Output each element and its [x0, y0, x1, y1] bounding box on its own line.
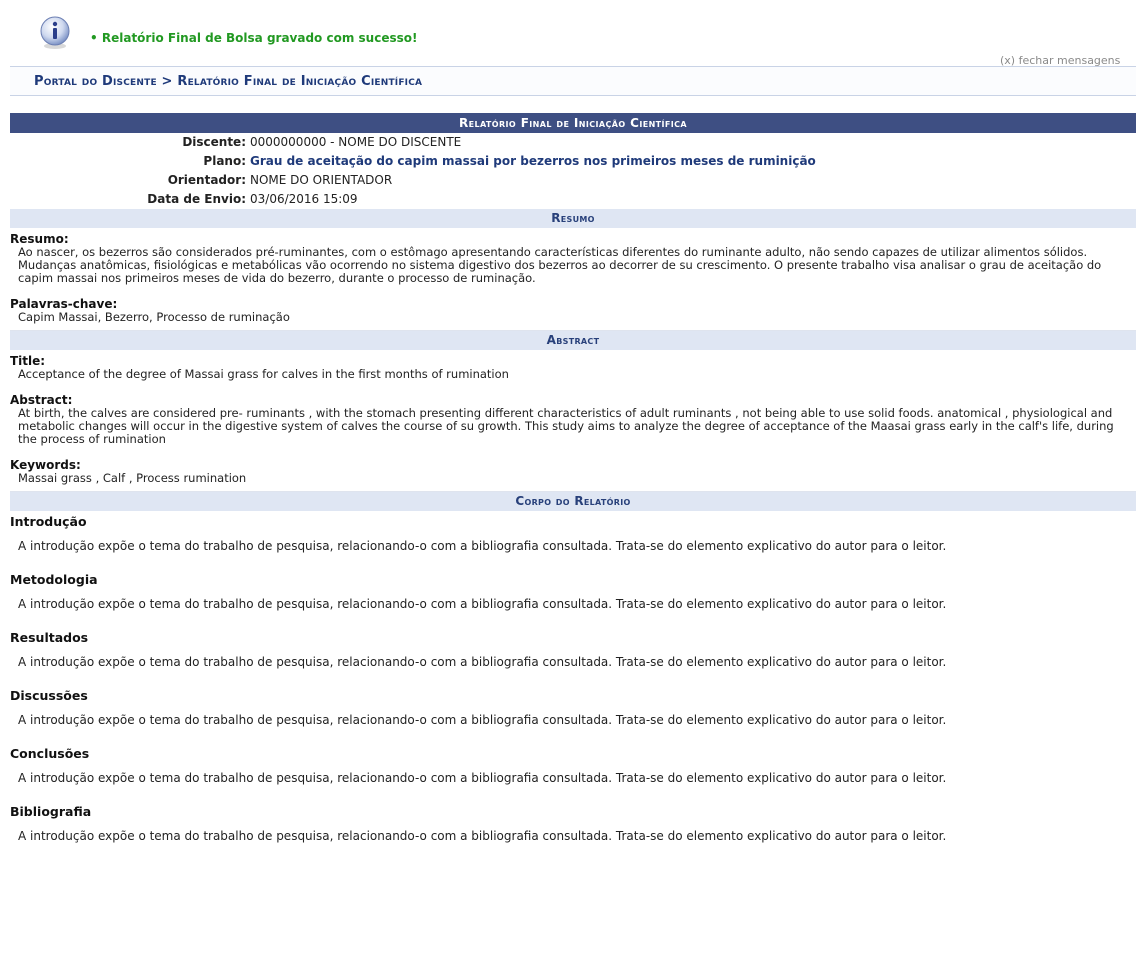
body-item-title: Metodologia — [10, 572, 98, 587]
breadcrumb: Portal do Discente > Relatório Final de … — [34, 74, 423, 89]
data-envio-value: 03/06/2016 15:09 — [250, 192, 358, 206]
breadcrumb-bar: Portal do Discente > Relatório Final de … — [10, 66, 1136, 96]
info-row-orientador: Orientador: NOME DO ORIENTADOR — [10, 171, 1136, 190]
body-item-title: Resultados — [10, 630, 89, 645]
success-message-text: • Relatório Final de Bolsa gravado com s… — [90, 31, 418, 45]
plano-value: Grau de aceitação do capim massai por be… — [250, 154, 816, 168]
body-item-resultados: Resultados A introdução expõe o tema do … — [10, 630, 1136, 669]
info-row-data-envio: Data de Envio: 03/06/2016 15:09 — [10, 190, 1136, 209]
body-item-text: A introdução expõe o tema do trabalho de… — [18, 597, 947, 611]
body-item-text: A introdução expõe o tema do trabalho de… — [18, 829, 947, 843]
corpo-section-header: Corpo do Relatório — [10, 492, 1136, 511]
info-icon — [38, 16, 72, 50]
abstract-label: Abstract: — [10, 393, 73, 407]
abstract-section-header: Abstract — [10, 331, 1136, 350]
orientador-value: NOME DO ORIENTADOR — [250, 173, 393, 187]
palavras-chave-label: Palavras-chave: — [10, 297, 118, 311]
report-table: Relatório Final de Iniciação Científica … — [10, 113, 1136, 843]
body-item-text: A introdução expõe o tema do trabalho de… — [18, 655, 947, 669]
abstract-block: Title: Acceptance of the degree of Massa… — [10, 354, 1136, 492]
body-item-title: Discussões — [10, 688, 88, 703]
body-item-discussoes: Discussões A introdução expõe o tema do … — [10, 688, 1136, 727]
body-item-introducao: Introdução A introdução expõe o tema do … — [10, 514, 1136, 553]
resumo-label: Resumo: — [10, 232, 69, 246]
body-item-text: A introdução expõe o tema do trabalho de… — [18, 539, 947, 553]
title-label: Title: — [10, 354, 46, 368]
body-item-metodologia: Metodologia A introdução expõe o tema do… — [10, 572, 1136, 611]
report-caption: Relatório Final de Iniciação Científica — [10, 113, 1136, 133]
abstract-text: At birth, the calves are considered pre-… — [18, 406, 1114, 446]
discente-value: 0000000000 - NOME DO DISCENTE — [250, 135, 462, 149]
body-item-title: Conclusões — [10, 746, 90, 761]
body-item-bibliografia: Bibliografia A introdução expõe o tema d… — [10, 804, 1136, 843]
orientador-label: Orientador: — [167, 173, 246, 187]
title-text: Acceptance of the degree of Massai grass… — [18, 367, 509, 381]
info-row-discente: Discente: 0000000000 - NOME DO DISCENTE — [10, 133, 1136, 152]
palavras-chave-text: Capim Massai, Bezerro, Processo de rumin… — [18, 310, 290, 324]
body-item-text: A introdução expõe o tema do trabalho de… — [18, 713, 947, 727]
corpo-block: Introdução A introdução expõe o tema do … — [10, 514, 1136, 843]
body-item-title: Introdução — [10, 514, 87, 529]
body-item-title: Bibliografia — [10, 804, 92, 819]
keywords-label: Keywords: — [10, 458, 81, 472]
resumo-section-header: Resumo — [10, 209, 1136, 228]
keywords-text: Massai grass , Calf , Process rumination — [18, 471, 247, 485]
data-envio-label: Data de Envio: — [147, 192, 246, 206]
body-item-text: A introdução expõe o tema do trabalho de… — [18, 771, 947, 785]
resumo-text: Ao nascer, os bezerros são considerados … — [18, 245, 1102, 285]
success-message-box: • Relatório Final de Bolsa gravado com s… — [0, 0, 1136, 67]
resumo-block: Resumo: Ao nascer, os bezerros são consi… — [10, 232, 1136, 331]
body-item-conclusoes: Conclusões A introdução expõe o tema do … — [10, 746, 1136, 785]
discente-label: Discente: — [182, 135, 246, 149]
plano-label: Plano: — [203, 154, 246, 168]
info-row-plano: Plano: Grau de aceitação do capim massai … — [10, 152, 1136, 171]
